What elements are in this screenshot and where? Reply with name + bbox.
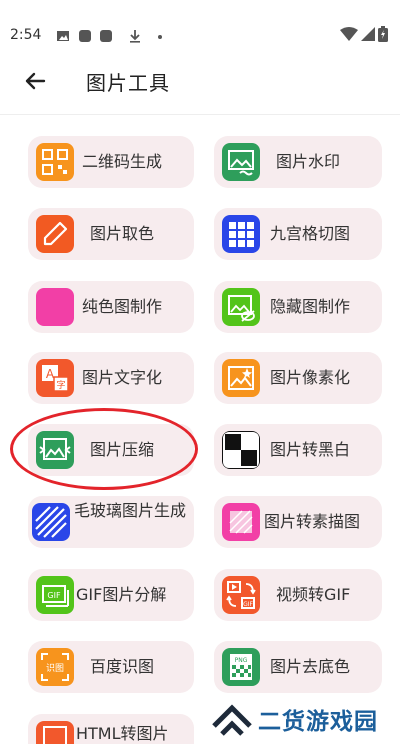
tool-label: 隐藏图制作 [270,297,351,316]
arrow-left-icon [25,72,46,90]
tool-label: 图片压缩 [90,440,155,459]
more-notifications-icon [158,35,162,39]
tool-solid-color[interactable]: 纯色图制作 [28,281,194,333]
app-bar: 图片工具 [0,52,400,108]
chevron-up-logo-icon [212,704,252,736]
status-bar: 2:54 [0,0,400,43]
tool-sketch[interactable]: 图片转素描图 [214,496,382,548]
tool-label: 图片水印 [276,152,341,171]
page-title: 图片工具 [86,71,170,95]
image-notification-icon [57,31,69,41]
tool-frosted-glass[interactable]: 毛玻璃图片生成 [28,496,194,548]
tool-label: 图片文字化 [82,368,163,387]
tool-label: 毛玻璃图片生成 [74,501,187,520]
tool-video-to-gif[interactable]: GIF 视频转GIF [214,569,382,621]
tool-label: 百度识图 [90,657,155,676]
tool-label: 视频转GIF [276,585,351,604]
tool-qr-code[interactable]: 二维码生成 [28,136,194,188]
watermark-text: 二货游戏园 [258,709,378,735]
tool-image-compress[interactable]: 图片压缩 [28,424,194,476]
tool-label: 九宫格切图 [270,224,351,243]
tool-gif-split[interactable]: GIF GIF图片分解 [28,569,194,621]
app-notification-icon [79,30,91,42]
tool-color-picker[interactable]: 图片取色 [28,208,194,260]
status-icons [340,26,388,42]
back-button[interactable] [20,66,50,96]
app-bar-divider [0,114,400,115]
signal-icon [361,27,375,41]
wifi-icon [340,27,358,41]
tool-nine-grid[interactable]: 九宫格切图 [214,208,382,260]
tool-image-watermark[interactable]: 图片水印 [214,136,382,188]
tool-label: 图片像素化 [270,368,351,387]
tool-label: 图片去底色 [270,657,351,676]
site-watermark: 二货游戏园 [208,700,398,740]
tool-html-to-image[interactable]: HTML转图片 [28,714,194,744]
battery-icon [378,26,388,42]
tool-label: 图片取色 [90,224,155,243]
tool-remove-background[interactable]: PNG 图片去底色 [214,641,382,693]
tool-label: 纯色图制作 [82,297,163,316]
tool-label: 二维码生成 [82,152,163,171]
tool-image-recognition[interactable]: 识图 百度识图 [28,641,194,693]
tool-label: 图片转素描图 [264,512,361,531]
tool-image-to-text[interactable]: A 字 图片文字化 [28,352,194,404]
tool-hidden-image[interactable]: 隐藏图制作 [214,281,382,333]
status-time: 2:54 [10,27,42,43]
tool-label: HTML转图片 [76,724,169,743]
tool-pixelate[interactable]: 图片像素化 [214,352,382,404]
tool-label: GIF图片分解 [76,585,167,604]
tool-black-white[interactable]: 图片转黑白 [214,424,382,476]
app-notification-icon-2 [100,30,112,42]
tool-label: 图片转黑白 [270,440,351,459]
download-icon [130,30,140,43]
